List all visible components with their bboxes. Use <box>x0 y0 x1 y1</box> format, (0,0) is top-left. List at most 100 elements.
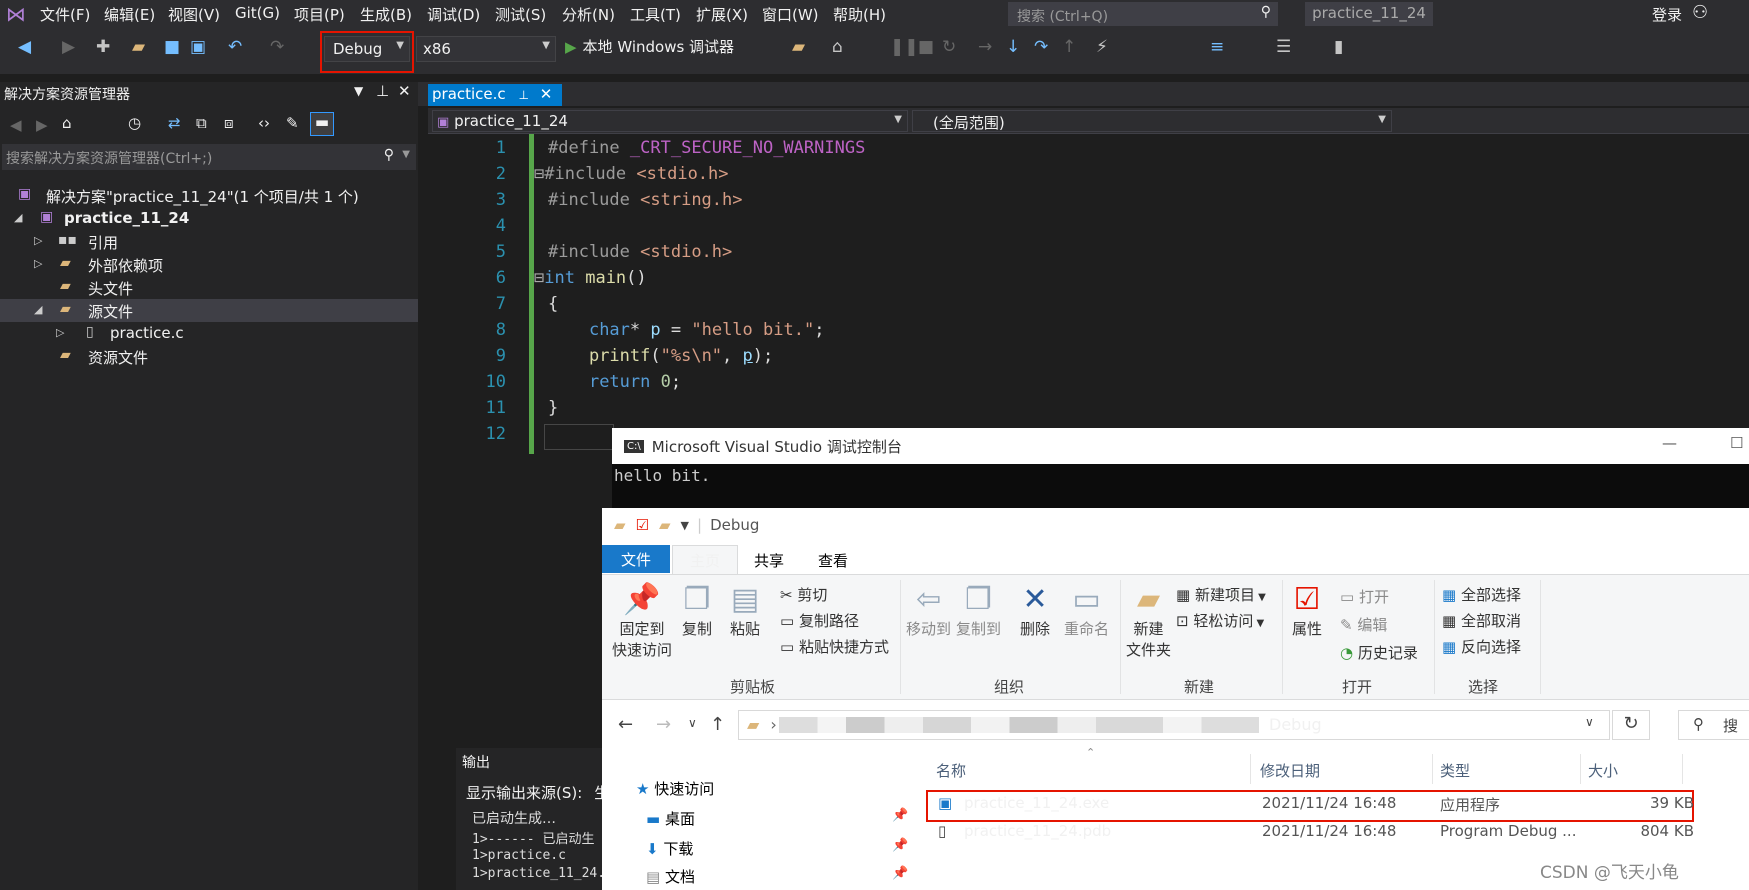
column-header-date[interactable]: 修改日期 <box>1260 760 1320 781</box>
bookmark-icon[interactable]: ▮ <box>1334 37 1343 57</box>
paste-button[interactable]: ▤ 粘贴 <box>730 582 760 639</box>
comment-icon[interactable]: ≡ <box>1210 37 1224 57</box>
platform-dropdown[interactable]: x86 ▼ <box>416 36 556 62</box>
tree-resource-files-node[interactable]: ▰ 资源文件 <box>0 345 418 368</box>
new-folder-button[interactable]: ▰ 新建 文件夹 <box>1126 582 1171 660</box>
pin-quick-access-button[interactable]: 📌 固定到 快速访问 <box>612 582 672 660</box>
scope-nav-dropdown[interactable]: (全局范围) ▼ <box>912 110 1392 132</box>
tree-solution-node[interactable]: ▣ 解决方案"practice_11_24"(1 个项目/共 1 个) <box>0 184 418 207</box>
menu-test[interactable]: 测试(S) <box>495 4 546 25</box>
copy-button[interactable]: ❐ 复制 <box>682 582 712 639</box>
tab-view[interactable]: 查看 <box>818 550 848 571</box>
pause-icon[interactable]: ❚❚ <box>890 37 919 57</box>
rename-button[interactable]: ▭ 重命名 <box>1064 582 1109 639</box>
step-out-icon[interactable]: ↑ <box>1062 37 1076 57</box>
solution-search-input[interactable]: 搜索解决方案资源管理器(Ctrl+;) ⚲ ▼ <box>2 144 416 170</box>
chevron-down-icon[interactable]: ▼ <box>681 519 689 532</box>
sync-icon[interactable]: ⇄ <box>168 114 181 132</box>
show-all-files-icon[interactable]: ⧈ <box>224 114 234 132</box>
start-debugging-button[interactable]: ▶ 本地 Windows 调试器 <box>565 36 734 57</box>
properties-check-icon[interactable]: ☑ <box>636 516 649 534</box>
tree-practice-c-node[interactable]: ▷ ▯ practice.c <box>0 322 418 345</box>
close-icon[interactable]: ✕ <box>540 85 553 103</box>
menu-window[interactable]: 窗口(W) <box>762 4 819 25</box>
tab-share[interactable]: 共享 <box>754 550 784 571</box>
address-input[interactable]: ▰ › Debug ∨ <box>738 710 1610 740</box>
tab-practice-c[interactable]: practice.c ⊥ ✕ <box>428 84 562 106</box>
easy-access-button[interactable]: ⊡ 轻松访问 ▼ <box>1176 610 1264 631</box>
user-icon[interactable]: ⚇ <box>1692 2 1708 23</box>
menu-git[interactable]: Git(G) <box>235 4 280 22</box>
history-button[interactable]: ◔ 历史记录 <box>1340 642 1418 663</box>
step-into-icon[interactable]: ↓ <box>1006 37 1020 57</box>
collapse-all-icon[interactable]: ⧉ <box>196 114 207 132</box>
file-row-exe[interactable]: ▣ practice_11_24.exe 2021/11/24 16:48 应用… <box>924 794 1749 820</box>
new-folder-icon[interactable]: ▰ <box>659 516 671 534</box>
invert-selection-button[interactable]: ▦ 反向选择 <box>1442 636 1521 657</box>
column-header-size[interactable]: 大小 <box>1588 760 1618 781</box>
pin-icon[interactable]: ⊥ <box>376 82 389 100</box>
hot-reload-icon[interactable]: ⚡ <box>1096 37 1108 57</box>
forward-arrow-icon[interactable]: → <box>656 714 671 735</box>
tree-project-node[interactable]: ◢ ▣ practice_11_24 <box>0 207 418 230</box>
copy-to-button[interactable]: ❐ 复制到 <box>956 582 1001 639</box>
up-arrow-icon[interactable]: ↑ <box>710 714 725 735</box>
tab-file[interactable]: 文件 <box>602 545 670 573</box>
back-icon[interactable]: ◀ <box>10 116 22 134</box>
preview-selected-icon[interactable]: ▬ <box>310 112 334 136</box>
file-row-pdb[interactable]: ▯ practice_11_24.pdb 2021/11/24 16:48 Pr… <box>924 822 1749 848</box>
format-icon[interactable]: ☰ <box>1276 37 1291 57</box>
menu-file[interactable]: 文件(F) <box>40 4 90 25</box>
restart-icon[interactable]: ↻ <box>942 37 956 57</box>
save-icon[interactable]: ■ <box>164 37 180 57</box>
collapsed-arrow-icon[interactable]: ▷ <box>56 326 64 339</box>
column-divider[interactable] <box>1432 754 1433 784</box>
properties-button[interactable]: ☑ 属性 <box>1292 582 1322 639</box>
select-none-button[interactable]: ▦ 全部取消 <box>1442 610 1521 631</box>
menu-build[interactable]: 生成(B) <box>360 4 412 25</box>
nav-quick-access[interactable]: ★ 快速访问 <box>636 778 714 799</box>
nav-desktop[interactable]: ▬ 桌面 <box>646 808 695 829</box>
save-all-icon[interactable]: ▣ <box>190 37 206 57</box>
pending-changes-icon[interactable]: ◷ <box>128 114 141 132</box>
refresh-button[interactable]: ↻ <box>1612 710 1650 740</box>
find-in-files-icon[interactable]: ▰ <box>792 37 805 57</box>
copy-path-button[interactable]: ▭ 复制路径 <box>780 610 859 631</box>
step-over-icon[interactable]: ↷ <box>1034 37 1048 57</box>
tab-home[interactable]: 主页 <box>672 545 738 574</box>
edit-button[interactable]: ✎ 编辑 <box>1340 614 1387 635</box>
project-nav-dropdown[interactable]: ▣ practice_11_24 ▼ <box>432 110 908 132</box>
move-to-button[interactable]: ⇦ 移动到 <box>906 582 951 639</box>
select-all-button[interactable]: ▦ 全部选择 <box>1442 584 1521 605</box>
explorer-search-input[interactable]: ⚲ 搜 <box>1678 710 1749 740</box>
panel-menu-icon[interactable]: ▼ <box>354 84 363 98</box>
show-next-statement-icon[interactable]: → <box>978 37 992 57</box>
menu-extensions[interactable]: 扩展(X) <box>696 4 748 25</box>
nav-downloads[interactable]: ⬇ 下载 <box>646 838 693 859</box>
tree-external-deps-node[interactable]: ▷ ▰ 外部依赖项 <box>0 253 418 276</box>
login-link[interactable]: 登录 <box>1652 4 1682 25</box>
undo-icon[interactable]: ↶ <box>228 37 242 57</box>
redo-icon[interactable]: ↷ <box>270 37 284 57</box>
cut-button[interactable]: ✂ 剪切 <box>780 584 827 605</box>
breadcrumb-current[interactable]: Debug <box>1269 715 1322 734</box>
stop-icon[interactable]: ■ <box>918 37 934 57</box>
menu-help[interactable]: 帮助(H) <box>833 4 886 25</box>
menu-project[interactable]: 项目(P) <box>294 4 345 25</box>
collapsed-arrow-icon[interactable]: ▷ <box>34 234 42 247</box>
tree-references-node[interactable]: ▷ ▪▪ 引用 <box>0 230 418 253</box>
properties-wrench-icon[interactable]: ✎ <box>286 114 299 132</box>
forward-icon[interactable]: ▶ <box>36 116 48 134</box>
open-button[interactable]: ▭ 打开 <box>1340 586 1389 607</box>
menu-debug[interactable]: 调试(D) <box>427 4 480 25</box>
column-header-type[interactable]: 类型 <box>1440 760 1470 781</box>
menu-tools[interactable]: 工具(T) <box>630 4 681 25</box>
open-file-icon[interactable]: ▰ <box>132 37 145 57</box>
new-item-button[interactable]: ▦ 新建项目 ▼ <box>1176 584 1266 605</box>
new-project-icon[interactable]: ✚ <box>96 37 110 57</box>
solution-config-dropdown[interactable]: Debug ▼ <box>324 36 410 62</box>
tree-header-files-node[interactable]: ▰ 头文件 <box>0 276 418 299</box>
search-input[interactable]: 搜索 (Ctrl+Q) ⚲ <box>1008 2 1278 26</box>
paste-shortcut-button[interactable]: ▭ 粘贴快捷方式 <box>780 636 889 657</box>
column-divider[interactable] <box>1682 754 1683 784</box>
